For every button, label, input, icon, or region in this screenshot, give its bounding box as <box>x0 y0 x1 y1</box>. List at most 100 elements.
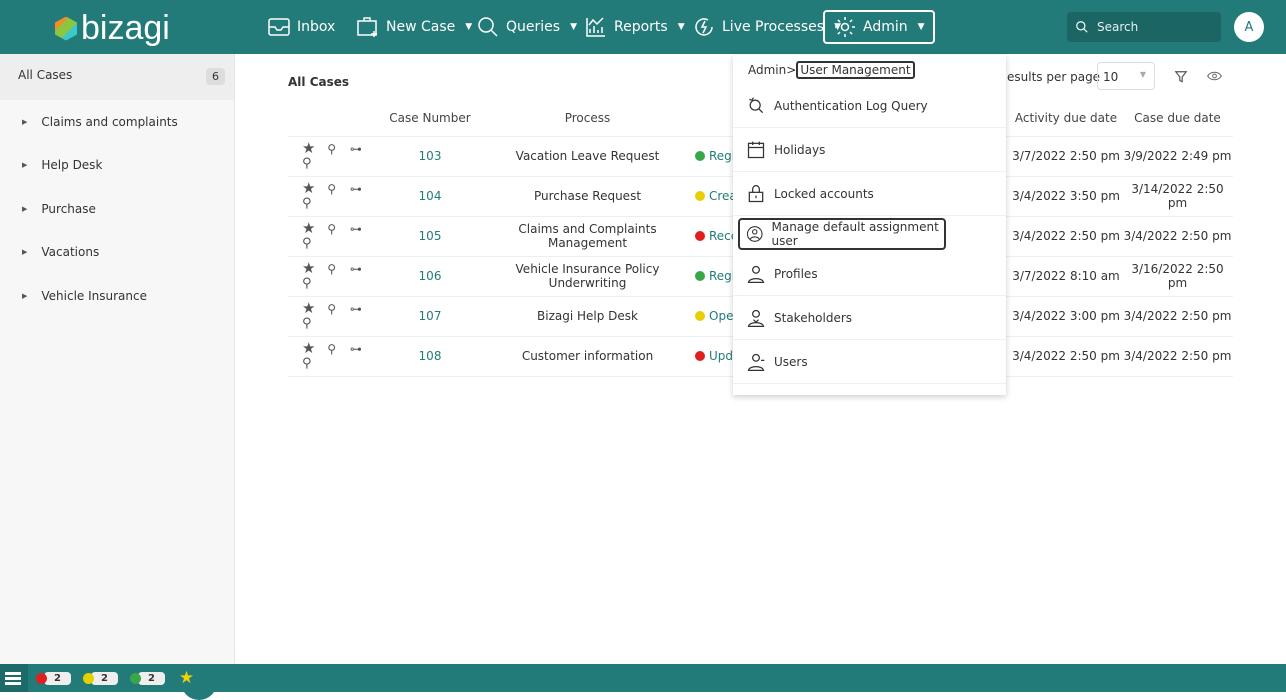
breadcrumb: Admin> User Management <box>733 55 1006 84</box>
chevron-down-icon: ▼ <box>677 22 685 32</box>
users-icon <box>747 353 765 371</box>
admin-menu-item[interactable]: Users <box>733 340 1006 384</box>
nav-reports[interactable]: Reports ▼ <box>584 0 685 54</box>
status-count-badge[interactable]: 2 <box>82 671 118 685</box>
search-icon <box>478 17 498 37</box>
results-per-page-label: esults per page <box>1007 70 1101 84</box>
sidebar-item[interactable]: ▶ Help Desk <box>0 144 234 188</box>
favorite-star-icon[interactable]: ★ <box>302 219 315 237</box>
sidebar-all-cases[interactable]: All Cases 6 <box>0 54 234 100</box>
workflow-icon[interactable]: ⚲ <box>327 142 336 156</box>
process-map-icon[interactable]: ⊶ <box>350 142 362 156</box>
admin-menu-item[interactable]: Authentication Log Query <box>733 84 1006 128</box>
case-number-link[interactable]: 107 <box>380 295 480 336</box>
status-dot-icon <box>695 311 705 321</box>
case-due-date: 3/14/2022 2:50 pm <box>1122 175 1233 216</box>
favorite-star-icon[interactable]: ★ <box>302 139 315 157</box>
activity-due-date: 3/7/2022 8:10 am <box>1010 255 1122 296</box>
count-badge: 6 <box>206 68 225 85</box>
activity-due-date: 3/7/2022 2:50 pm <box>1010 135 1122 176</box>
process-map-icon[interactable]: ⊶ <box>350 262 362 276</box>
chevron-down-icon: ▼ <box>465 22 473 32</box>
sidebar-item[interactable]: ▶ Purchase <box>0 187 234 231</box>
sidebar-item[interactable]: ▶ Vehicle Insurance <box>0 274 234 318</box>
sidebar: All Cases 6 ▶ Claims and complaints ▶ Help D… <box>0 54 235 700</box>
nav-new-case[interactable]: New Case ▼ <box>356 0 472 54</box>
nav-live-processes[interactable]: Live Processes ▼ <box>692 0 841 54</box>
footer-bar: 222 ★ <box>0 664 1286 692</box>
workflow-icon[interactable]: ⚲ <box>327 302 336 316</box>
favorite-star-icon[interactable]: ★ <box>302 299 315 317</box>
column-header[interactable]: Case Number <box>380 100 480 136</box>
search-icon[interactable]: ⚲ <box>302 156 312 171</box>
process-map-icon[interactable]: ⊶ <box>350 182 362 196</box>
case-number-link[interactable]: 104 <box>380 175 480 216</box>
process-map-icon[interactable]: ⊶ <box>350 342 362 356</box>
process-map-icon[interactable]: ⊶ <box>350 302 362 316</box>
workflow-icon[interactable]: ⚲ <box>327 342 336 356</box>
chevron-down-icon: ▼ <box>1139 70 1146 79</box>
gear-icon <box>835 17 855 37</box>
row-actions: ★ ⚲ ⊶ ⚲ <box>288 295 380 336</box>
case-number-link[interactable]: 106 <box>380 255 480 296</box>
workflow-icon[interactable]: ⚲ <box>327 182 336 196</box>
favorites-star-icon[interactable]: ★ <box>179 668 194 688</box>
favorite-star-icon[interactable]: ★ <box>302 339 315 357</box>
column-header[interactable]: Case due date <box>1122 100 1233 136</box>
sidebar-item[interactable]: ▶ Vacations <box>0 231 234 275</box>
nav-inbox[interactable]: Inbox <box>267 0 335 54</box>
status-dot-icon <box>695 271 705 281</box>
case-due-date: 3/4/2022 2:50 pm <box>1122 335 1233 377</box>
bizagi-logo[interactable]: bizagi <box>55 9 170 48</box>
status-count-badge[interactable]: 2 <box>129 671 165 685</box>
row-actions: ★ ⚲ ⊶ ⚲ <box>288 255 380 296</box>
column-header[interactable] <box>288 100 380 136</box>
search-icon[interactable]: ⚲ <box>302 236 312 251</box>
process-map-icon[interactable]: ⊶ <box>350 222 362 236</box>
favorite-star-icon[interactable]: ★ <box>302 259 315 277</box>
favorite-star-icon[interactable]: ★ <box>302 179 315 197</box>
admin-menu-item[interactable]: Locked accounts <box>733 172 1006 216</box>
filter-icon[interactable] <box>1174 70 1188 84</box>
activity-due-date: 3/4/2022 2:50 pm <box>1010 335 1122 377</box>
admin-dropdown-menu: Admin> User Management Authentication Log… <box>733 55 1006 395</box>
search-input[interactable]: Search <box>1067 12 1221 42</box>
admin-menu-item[interactable]: Holidays <box>733 128 1006 172</box>
case-due-date: 3/4/2022 2:50 pm <box>1122 215 1233 256</box>
search-icon[interactable]: ⚲ <box>302 316 312 331</box>
case-number-link[interactable]: 108 <box>380 335 480 377</box>
nav-admin[interactable]: Admin ▼ <box>823 10 935 44</box>
eye-icon[interactable] <box>1207 70 1222 82</box>
sidebar-item[interactable]: ▶ Claims and complaints <box>0 100 234 144</box>
activity-due-date: 3/4/2022 3:50 pm <box>1010 175 1122 216</box>
case-number-link[interactable]: 103 <box>380 135 480 176</box>
calendar-icon <box>747 141 765 158</box>
results-per-page-select[interactable]: 10 ▼ <box>1097 62 1155 90</box>
process-cell: Vacation Leave Request <box>480 135 695 176</box>
workflow-icon[interactable]: ⚲ <box>327 222 336 236</box>
case-number-link[interactable]: 105 <box>380 215 480 256</box>
search-icon[interactable]: ⚲ <box>302 356 312 371</box>
list-icon[interactable] <box>0 664 28 692</box>
row-actions: ★ ⚲ ⊶ ⚲ <box>288 175 380 216</box>
search-icon[interactable]: ⚲ <box>302 276 312 291</box>
case-due-date: 3/4/2022 2:50 pm <box>1122 295 1233 336</box>
admin-menu-item[interactable]: Manage default assignment user <box>738 218 946 250</box>
column-header[interactable]: Activity due date <box>1010 100 1122 136</box>
live-processes-icon <box>695 18 713 36</box>
caret-right-icon: ▶ <box>22 204 28 213</box>
search-icon[interactable]: ⚲ <box>302 196 312 211</box>
avatar[interactable]: A <box>1234 12 1264 42</box>
process-cell: Customer information <box>480 335 695 377</box>
workflow-icon[interactable]: ⚲ <box>327 262 336 276</box>
status-dot-icon <box>36 672 47 684</box>
caret-right-icon: ▶ <box>22 248 28 257</box>
process-cell: Vehicle Insurance Policy Underwriting <box>480 255 695 296</box>
column-header[interactable]: Process <box>480 100 695 136</box>
admin-menu-item[interactable]: Profiles <box>733 252 1006 296</box>
nav-queries[interactable]: Queries ▼ <box>476 0 577 54</box>
admin-menu-item[interactable]: Stakeholders <box>733 296 1006 340</box>
status-count-badge[interactable]: 2 <box>36 671 71 685</box>
status-dot-icon <box>129 672 141 684</box>
search-icon <box>1076 21 1088 33</box>
